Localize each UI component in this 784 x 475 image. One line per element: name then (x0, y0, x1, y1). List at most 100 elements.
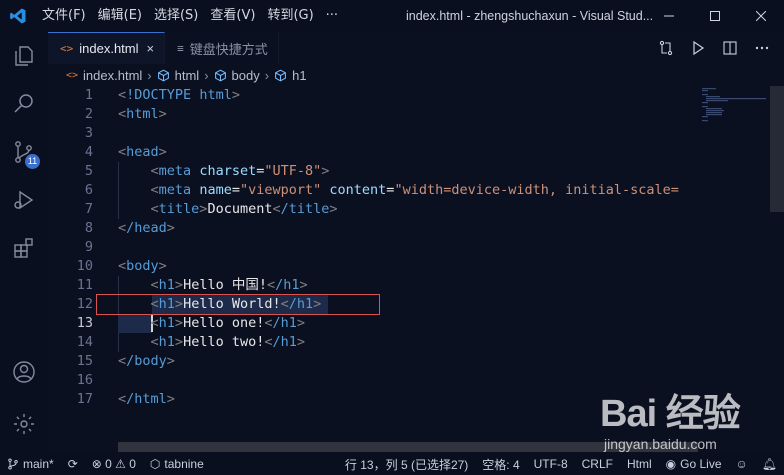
line-number: 10 (76, 258, 93, 274)
code-line[interactable]: 14 <h1>Hello two!</h1> (48, 333, 784, 352)
breadcrumb-h1[interactable]: h1 (274, 67, 307, 83)
code-line[interactable]: 7 <title>Document</title> (48, 200, 784, 219)
code-editor[interactable]: 1 <!DOCTYPE html> 2 <html> 3 4 <head> 5 <meta c… (48, 86, 784, 442)
code-line[interactable]: 17 </html> (48, 390, 784, 409)
tab-index-html[interactable]: <> index.html × (48, 32, 166, 64)
line-number: 17 (76, 391, 93, 407)
line-number: 3 (84, 125, 93, 141)
line-number: 5 (84, 163, 93, 179)
code-line[interactable]: 1 <!DOCTYPE html> (48, 86, 784, 105)
branch-label: main* (23, 457, 54, 471)
menu-go[interactable]: 转到(G) (261, 0, 319, 32)
code-line[interactable]: 9 (48, 238, 784, 257)
go-live-button[interactable]: ◉ Go Live (659, 453, 729, 475)
code-line[interactable]: 13 <h1>Hello one!</h1> (48, 314, 784, 333)
symbol-element-icon (275, 69, 286, 81)
feedback-button[interactable]: ☺ (729, 453, 755, 475)
tabnine-icon: ⬡ (149, 457, 161, 471)
line-code: </body> (118, 353, 175, 369)
line-number: 4 (84, 144, 93, 160)
breadcrumb-file[interactable]: <> index.html (66, 68, 142, 83)
end-of-line[interactable]: CRLF (575, 453, 620, 475)
tabnine-label: tabnine (164, 457, 204, 471)
line-code: <title>Document</title> (150, 201, 338, 217)
minimap[interactable] (698, 86, 778, 426)
symbol-element-icon (157, 69, 169, 81)
account-icon[interactable] (0, 348, 48, 396)
search-icon[interactable] (0, 80, 48, 128)
go-live-label: Go Live (680, 457, 722, 471)
breadcrumb-html-label: html (174, 67, 200, 83)
html-file-icon: <> (66, 69, 79, 81)
notifications-button[interactable]: 🔔︎ (755, 453, 784, 475)
run-debug-icon[interactable] (0, 176, 48, 224)
line-number: 12 (76, 296, 93, 312)
code-line[interactable]: 4 <head> (48, 143, 784, 162)
menu-bar: 文件(F) 编辑(E) 选择(S) 查看(V) 转到(G) ··· (36, 0, 344, 32)
code-line[interactable]: 11 <h1>Hello 中国!</h1> (48, 276, 784, 295)
line-code: <h1>Hello two!</h1> (150, 334, 306, 350)
close-window-button[interactable] (738, 0, 784, 32)
explorer-icon[interactable] (0, 32, 48, 80)
language-mode[interactable]: Html (620, 453, 659, 475)
eol-label: CRLF (581, 457, 613, 471)
line-code: <head> (118, 144, 167, 160)
chevron-right-icon: › (264, 67, 270, 83)
compare-changes-icon[interactable] (650, 32, 682, 64)
menu-selection[interactable]: 选择(S) (148, 0, 204, 32)
breadcrumb-body[interactable]: body (214, 68, 260, 83)
breadcrumb-h1-label: h1 (292, 67, 307, 83)
line-code: <html> (118, 106, 167, 122)
vscode-logo-icon (0, 0, 36, 32)
keyboard-shortcuts-icon: ≡ (177, 41, 184, 55)
menu-edit[interactable]: 编辑(E) (92, 0, 148, 32)
code-line[interactable]: 3 (48, 124, 784, 143)
line-code: </head> (118, 220, 175, 236)
broadcast-icon: ◉ (665, 457, 677, 471)
sync-button[interactable]: ⟳ (61, 453, 85, 475)
close-tab-icon[interactable]: × (147, 41, 155, 56)
menu-view[interactable]: 查看(V) (204, 0, 261, 32)
breadcrumb-html[interactable]: html (157, 67, 200, 83)
vertical-scrollbar[interactable] (770, 86, 784, 212)
minimize-button[interactable] (646, 0, 692, 32)
code-line[interactable]: 2 <html> (48, 105, 784, 124)
branch-status[interactable]: main* (0, 453, 61, 475)
horizontal-scrollbar[interactable] (118, 442, 698, 452)
run-icon[interactable] (682, 32, 714, 64)
tabnine-status[interactable]: ⬡ tabnine (143, 453, 211, 475)
code-line[interactable]: 8 </head> (48, 219, 784, 238)
html-file-icon: <> (60, 42, 74, 55)
annotation-highlight-box (96, 294, 380, 315)
problems-label: ⊗ 0 ⚠ 0 (91, 457, 136, 471)
code-line[interactable]: 16 (48, 371, 784, 390)
line-number: 13 (76, 315, 93, 331)
maximize-button[interactable] (692, 0, 738, 32)
more-actions-icon[interactable] (746, 32, 778, 64)
line-code: <!DOCTYPE html> (118, 87, 240, 103)
indentation[interactable]: 空格: 4 (475, 453, 526, 475)
extensions-icon[interactable] (0, 224, 48, 272)
problems-status[interactable]: ⊗ 0 ⚠ 0 (85, 453, 143, 475)
menu-more[interactable]: ··· (320, 0, 344, 32)
line-number: 11 (76, 277, 93, 293)
cursor-position[interactable]: 行 13，列 5 (已选择27) (338, 453, 475, 475)
line-number: 8 (84, 220, 93, 236)
spaces-label: 空格: 4 (482, 457, 520, 472)
encoding[interactable]: UTF-8 (527, 453, 575, 475)
line-code: <h1>Hello 中国!</h1> (150, 277, 308, 293)
line-number: 2 (84, 106, 93, 122)
feedback-icon: ☺ (735, 457, 748, 471)
tab-keyboard-shortcuts[interactable]: ≡ 键盘快捷方式 (165, 32, 279, 64)
code-line[interactable]: 10 <body> (48, 257, 784, 276)
code-line[interactable]: 6 <meta name="viewport" content="width=d… (48, 181, 784, 200)
split-editor-icon[interactable] (714, 32, 746, 64)
menu-file[interactable]: 文件(F) (36, 0, 92, 32)
source-control-icon[interactable]: 11 (0, 128, 48, 176)
tab-label: index.html (79, 41, 139, 56)
settings-gear-icon[interactable] (0, 400, 48, 448)
language-label: Html (626, 457, 652, 471)
code-line[interactable]: 5 <meta charset="UTF-8"> (48, 162, 784, 181)
bell-icon: 🔔︎ (761, 457, 777, 471)
code-line[interactable]: 15 </body> (48, 352, 784, 371)
